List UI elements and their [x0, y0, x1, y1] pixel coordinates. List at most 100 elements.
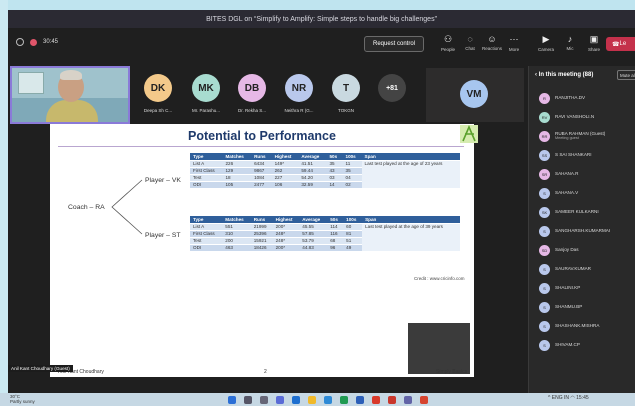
edge-icon[interactable] — [292, 396, 300, 404]
logo-mark — [462, 124, 476, 142]
list-item[interactable]: S SANGHARSH.KUMARMAI — [539, 223, 635, 239]
column-header: Runs — [251, 153, 272, 160]
table-cell: 44.83 — [299, 243, 328, 251]
avatar[interactable]: DK — [144, 74, 172, 102]
participant-name: Neithra R (G... — [284, 108, 314, 113]
participants-panel: ‹ In this meeting (88) Mute all R RANJITH… — [528, 66, 635, 393]
powerpoint-icon[interactable] — [388, 396, 396, 404]
participant-name-text: SHALINI.KP — [555, 285, 581, 291]
table-cell: 54.20 — [298, 173, 327, 181]
table-cell: 248* — [272, 229, 300, 237]
excel-icon[interactable] — [340, 396, 348, 404]
span-cell: Last test played at the age of 23 years — [361, 159, 460, 188]
table-cell: 59.44 — [298, 166, 327, 174]
participant-strip: DK Deepa Sh C... MK Mr. Parashu... DB Dr… — [8, 66, 528, 124]
teams-meeting-window: BITES DGL on “Simplify to Amplify: Simpl… — [8, 10, 635, 393]
slide-title: Potential to Performance — [188, 129, 336, 143]
table-cell: First Class — [190, 229, 223, 237]
more-button[interactable]: ⋯ More — [504, 34, 524, 52]
participant-name: SANGHARSH.KUMARMAI — [555, 228, 610, 234]
task-view-icon[interactable] — [260, 396, 268, 404]
participant-name-text: SAURAV.KUMAR — [555, 266, 591, 272]
participant-tile-vm[interactable]: VM — [426, 68, 524, 122]
list-item[interactable]: S SAHANA.V — [539, 185, 635, 201]
leave-button[interactable]: ☎ Le — [606, 37, 635, 51]
list-item[interactable]: S SHASHANK.MISHRA — [539, 318, 635, 334]
participant-name: TOKGN — [338, 108, 354, 113]
weather-widget[interactable]: 30°C Partly sunny — [10, 394, 35, 404]
list-item[interactable]: SD Sanjoy Das — [539, 242, 635, 258]
camera-button[interactable]: ▶ Camera — [536, 34, 556, 52]
avatar: R — [539, 92, 550, 104]
table-cell: ODI — [190, 180, 223, 188]
table-cell: 57.85 — [299, 229, 328, 237]
participant-name: Sanjoy Das — [555, 247, 579, 253]
mail-icon[interactable] — [324, 396, 332, 404]
table-cell: 463 — [222, 243, 251, 251]
chrome-icon[interactable] — [372, 396, 380, 404]
participant-name: SHALINI.KP — [555, 285, 580, 291]
people-button[interactable]: ⚇ People — [438, 34, 458, 52]
avatar: S — [539, 187, 550, 199]
meeting-toolbar: 30:45 Request control ⚇ People ◌ Chat ☺ Rea… — [8, 28, 635, 66]
participant-name: SAMEER KULKARNI — [555, 209, 599, 215]
folder-icon[interactable] — [308, 396, 316, 404]
mute-all-button[interactable]: Mute all — [617, 70, 635, 80]
list-item[interactable]: SS S SAI SHANKARI — [539, 147, 635, 163]
list-item[interactable]: S SHIVAM.CP — [539, 337, 635, 353]
panel-heading: ‹ In this meeting (88) — [535, 72, 594, 78]
start-icon[interactable] — [228, 396, 236, 404]
table-cell: 43 — [326, 166, 343, 174]
list-item[interactable]: RV RAVI VANSHOLI.N — [539, 109, 635, 125]
column-header: Average — [298, 153, 327, 160]
presenter-hair — [60, 70, 82, 80]
table-cell: 15921 — [250, 236, 273, 244]
teams-icon[interactable] — [276, 396, 284, 404]
chat-icon: ◌ — [467, 34, 473, 44]
app-icon[interactable] — [420, 396, 428, 404]
table-cell: 53.79 — [299, 236, 328, 244]
participant-name: RANJITHA.DV — [555, 95, 585, 101]
list-item[interactable]: SR SAHANA.R — [539, 166, 635, 182]
avatar[interactable]: MK — [192, 74, 220, 102]
mic-button[interactable]: ♪ Mic — [560, 34, 580, 51]
presenter-video[interactable] — [10, 66, 130, 124]
people-icon: ⚇ — [443, 34, 453, 44]
list-item[interactable]: SK SAMEER KULKARNI — [539, 204, 635, 220]
column-header: 100s — [343, 216, 363, 223]
share-button[interactable]: ▣ Share — [584, 34, 604, 52]
request-control-button[interactable]: Request control — [364, 36, 424, 52]
table-cell: 9867 — [251, 166, 272, 174]
search-icon[interactable] — [244, 396, 252, 404]
chat-button[interactable]: ◌ Chat — [460, 34, 480, 51]
system-tray[interactable]: ^ ENG IN ◠ 15:45 — [548, 395, 589, 401]
table-cell: 14 — [326, 180, 343, 188]
table-header: Type Matches Runs Highest Average 50s 10… — [190, 216, 460, 223]
word-icon[interactable] — [356, 396, 364, 404]
table-cell: 02 — [342, 180, 362, 188]
participant-name-text: SAHANA.V — [555, 190, 579, 196]
teams-active-icon[interactable] — [404, 396, 412, 404]
slide-divider — [58, 146, 464, 147]
avatar[interactable]: DB — [238, 74, 266, 102]
avatar[interactable]: T — [332, 74, 360, 102]
table-cell: First Class — [190, 166, 223, 174]
reactions-button[interactable]: ☺ Reactions — [482, 34, 502, 51]
list-item[interactable]: RR RUBA RAHMAN (Guest) Meeting guest — [539, 128, 635, 144]
list-item[interactable]: S SAURAV.KUMAR — [539, 261, 635, 277]
share-icon: ▣ — [589, 34, 599, 44]
list-item[interactable]: S SHANMU.BP — [539, 299, 635, 315]
table-cell: 45.55 — [299, 222, 328, 230]
table-cell: 49 — [343, 243, 363, 251]
logo — [460, 124, 478, 143]
photo-border — [0, 0, 8, 406]
wifi-icon: ◠ — [570, 395, 575, 401]
avatar[interactable]: NR — [285, 74, 313, 102]
table-cell: 60 — [343, 222, 363, 230]
list-item[interactable]: S SHALINI.KP — [539, 280, 635, 296]
table-cell: 310 — [222, 229, 251, 237]
table-cell: 551 — [222, 222, 251, 230]
more-participants-badge[interactable]: +81 — [378, 74, 406, 102]
list-item[interactable]: R RANJITHA.DV — [539, 90, 635, 106]
table-cell: 105 — [222, 180, 252, 188]
